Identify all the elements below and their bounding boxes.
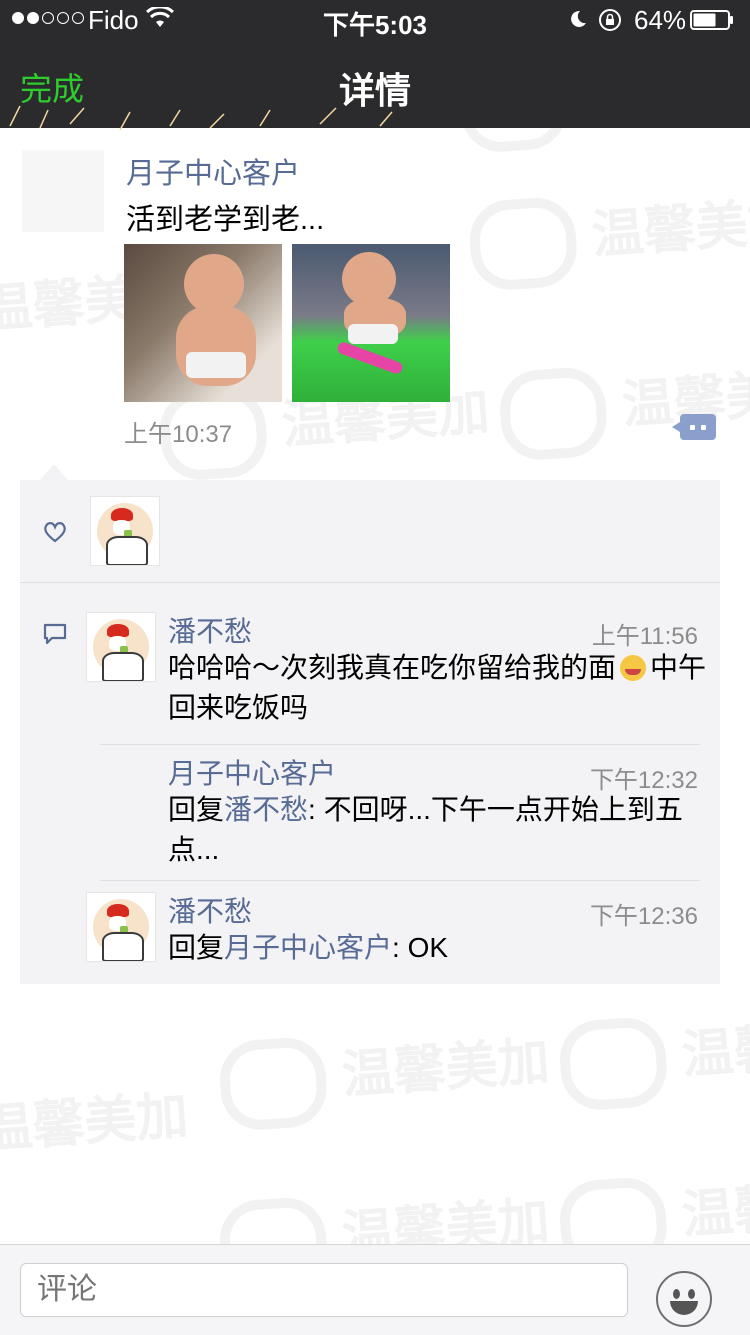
watermark: 温馨美加 <box>467 179 750 293</box>
liker-avatar[interactable] <box>90 496 160 566</box>
commenter-avatar[interactable] <box>86 892 156 962</box>
commenter-avatar[interactable] <box>86 612 156 682</box>
emoji-button[interactable] <box>656 1271 712 1327</box>
panel-pointer <box>40 464 68 480</box>
watermark: 温馨美加 <box>557 999 750 1113</box>
reply-target-name[interactable]: 潘不愁 <box>224 794 308 825</box>
post-text: 活到老学到老... <box>126 204 325 236</box>
sparkle-decoration <box>9 105 393 131</box>
do-not-disturb-icon <box>571 10 586 27</box>
likes-and-comments-panel: 潘不愁 上午11:56 哈哈哈～次刻我真在吃你留给我的面 中午回来吃饭吗 月子中心… <box>20 480 720 984</box>
post-photo[interactable] <box>124 244 282 402</box>
divider <box>20 582 720 583</box>
commenter-name[interactable]: 潘不愁 <box>168 610 252 650</box>
commenter-name[interactable]: 潘不愁 <box>168 890 252 930</box>
commenter-name[interactable]: 月子中心客户 <box>168 752 336 792</box>
comment-timestamp: 上午11:56 <box>591 623 698 650</box>
post-timestamp: 上午10:37 <box>124 421 233 448</box>
watermark: 温馨美加 <box>497 349 750 463</box>
battery-percentage: 64% <box>634 5 687 35</box>
rotation-lock-icon <box>599 9 621 31</box>
post-author-name[interactable]: 月子中心客户 <box>126 150 300 192</box>
comment-divider <box>100 744 700 745</box>
post-author-avatar[interactable] <box>22 150 104 232</box>
comment-text[interactable]: 回复月子中心客户: OK <box>168 928 708 968</box>
comment-input[interactable] <box>20 1263 628 1317</box>
post-photo[interactable] <box>292 244 450 402</box>
comment-text[interactable]: 回复潘不愁: 不回呀...下午一点开始上到五点... <box>168 790 708 870</box>
watermark: 温馨美加 <box>0 1086 191 1160</box>
reply-target-name[interactable]: 月子中心客户 <box>224 932 392 963</box>
heart-icon <box>44 522 66 543</box>
status-bar: Fido 下午5:03 64% <box>0 0 750 40</box>
heart-eyes-emoji-icon <box>620 655 647 681</box>
top-bar: Fido 下午5:03 64% 完成 详情 <box>0 0 750 131</box>
comment-icon <box>43 623 67 645</box>
watermark: 温馨美加 <box>217 1019 553 1133</box>
comment-bar <box>0 1244 750 1335</box>
comment-divider <box>100 880 700 881</box>
battery-icon <box>690 10 733 30</box>
comment-timestamp: 下午12:36 <box>589 903 698 930</box>
more-actions-button[interactable] <box>672 414 716 440</box>
comment-text[interactable]: 哈哈哈～次刻我真在吃你留给我的面 中午回来吃饭吗 <box>168 648 708 728</box>
